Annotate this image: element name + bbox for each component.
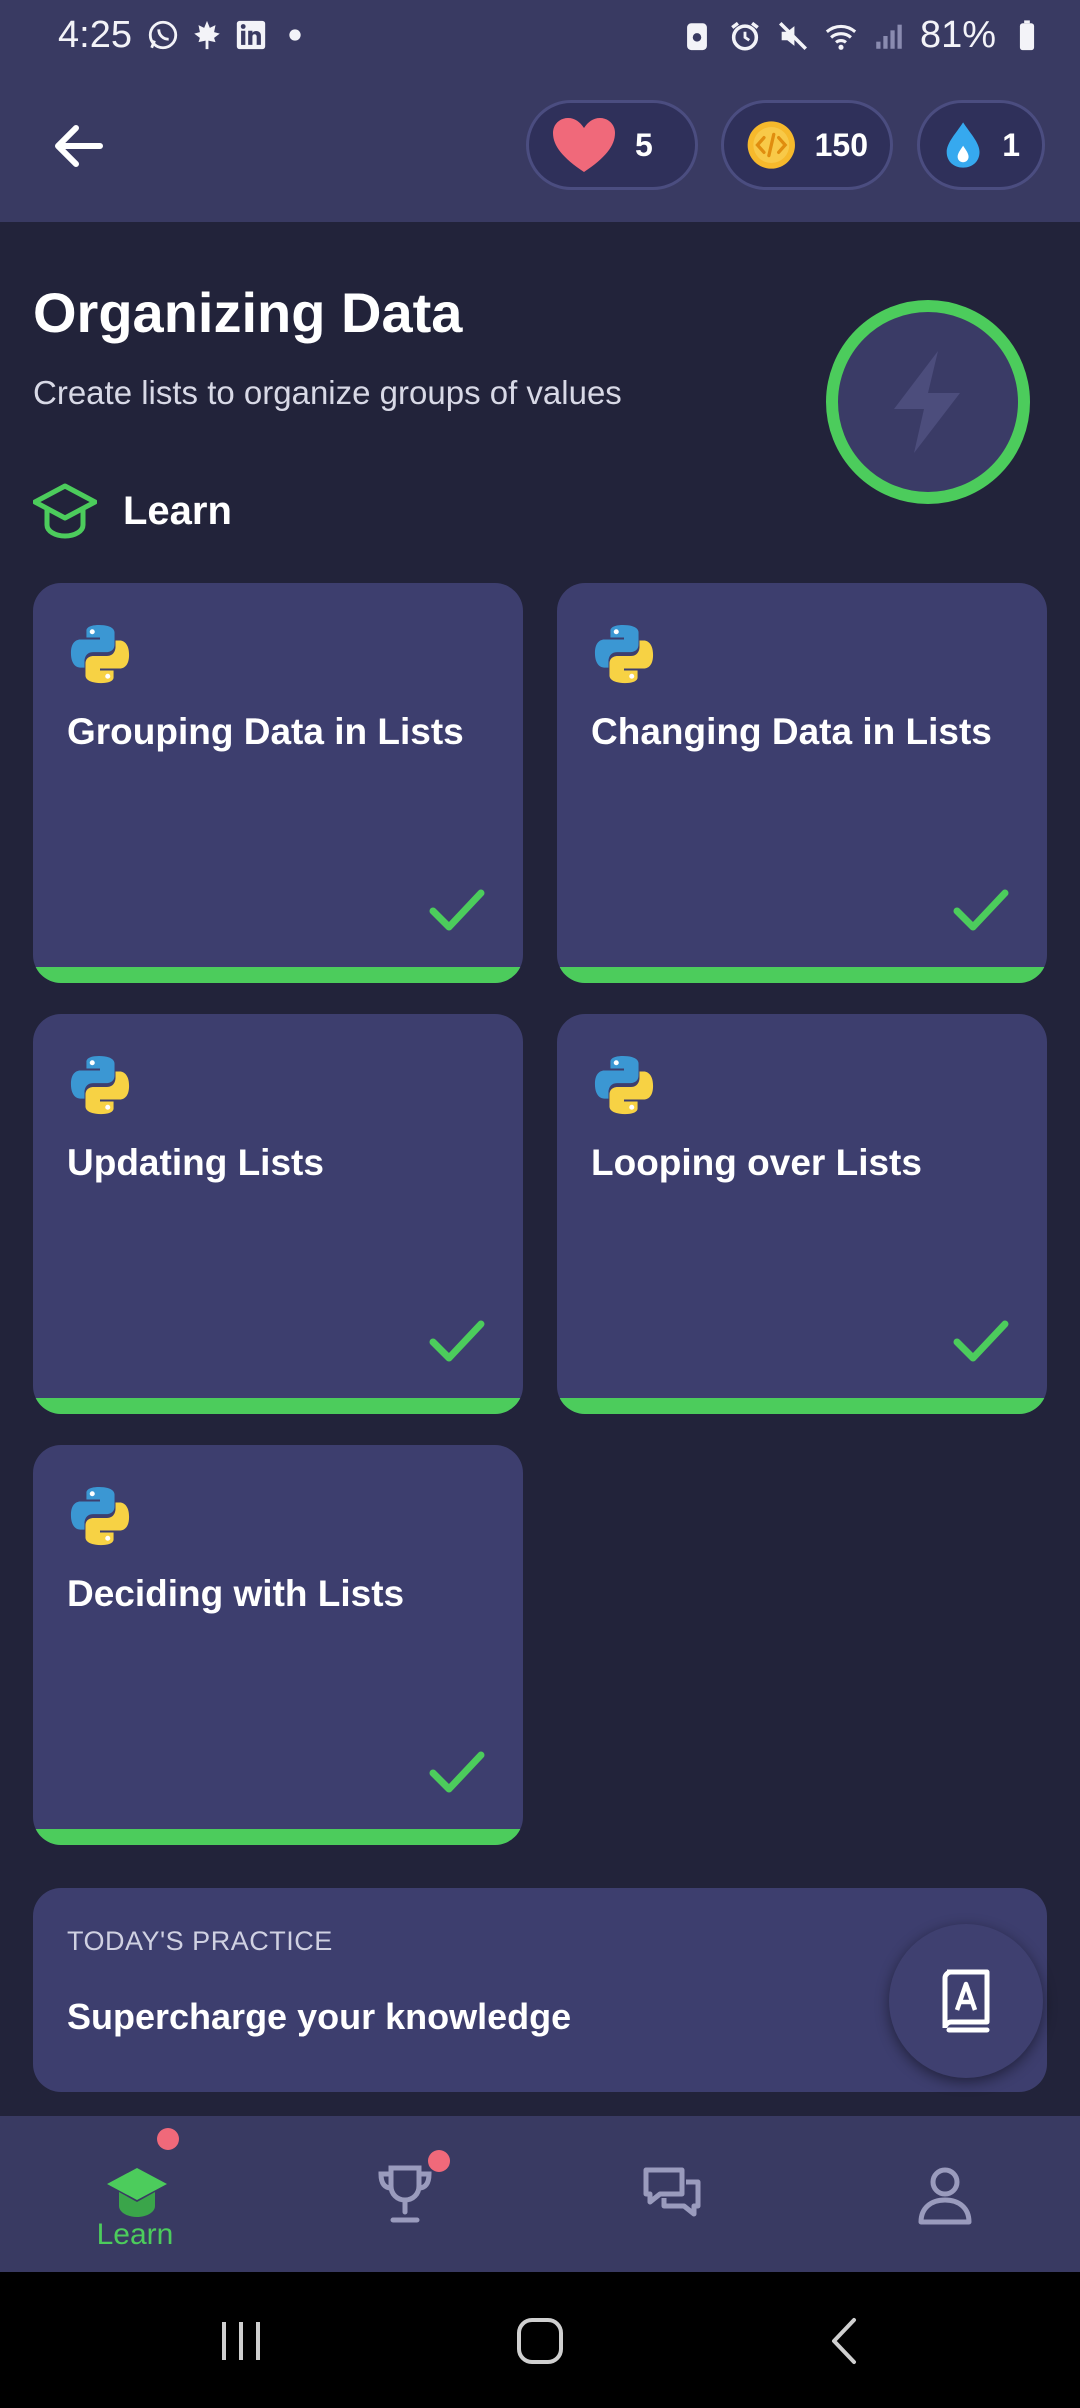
wifi-icon xyxy=(825,24,857,50)
status-notification-icons xyxy=(146,18,312,52)
nav-tab-learn[interactable]: Learn xyxy=(0,2116,270,2272)
back-button[interactable] xyxy=(40,108,116,184)
lesson-title: Changing Data in Lists xyxy=(591,711,992,752)
graduation-cap-icon xyxy=(33,483,97,539)
lesson-progress-bar xyxy=(33,1398,523,1414)
status-system-icons: 81% xyxy=(680,14,1044,57)
nav-tab-community[interactable] xyxy=(540,2116,810,2272)
system-back-icon[interactable] xyxy=(820,2316,870,2366)
nfc-lock-icon xyxy=(687,22,707,50)
alarm-icon xyxy=(731,21,759,51)
python-icon xyxy=(594,624,654,684)
home-icon[interactable] xyxy=(515,2316,565,2366)
learn-section-label: Learn xyxy=(123,488,232,533)
coins-count: 150 xyxy=(814,126,868,163)
nav-tab-leaderboard[interactable] xyxy=(270,2116,540,2272)
checkmark-icon xyxy=(429,1751,485,1793)
user-icon xyxy=(918,2167,972,2225)
bottom-navigation: Learn xyxy=(0,2116,1080,2272)
nav-tab-learn-label: Learn xyxy=(96,2218,174,2251)
chat-bubbles-icon xyxy=(643,2167,701,2217)
status-bar: 4:25 81% xyxy=(0,0,1080,72)
lesson-card[interactable]: Changing Data in Lists xyxy=(557,583,1047,983)
nav-tab-profile[interactable] xyxy=(810,2116,1080,2272)
more-notifications-dot-icon xyxy=(289,29,301,41)
top-bar: 4:25 81% 5 150 1 xyxy=(0,0,1080,222)
lesson-card[interactable]: Looping over Lists xyxy=(557,1014,1047,1414)
signal-icon xyxy=(876,24,902,49)
learn-section-header: Learn xyxy=(33,482,232,540)
trophy-icon xyxy=(378,2165,432,2223)
practice-heading: Supercharge your knowledge xyxy=(67,1996,572,2037)
python-icon xyxy=(594,1055,654,1115)
streak-counter[interactable]: 1 xyxy=(917,100,1045,190)
recent-apps-icon[interactable] xyxy=(216,2316,266,2366)
code-coin-icon xyxy=(747,121,795,169)
battery-percent: 81% xyxy=(919,14,996,56)
lesson-progress-bar xyxy=(33,967,523,983)
notification-dot xyxy=(157,2128,179,2150)
checkmark-icon xyxy=(429,1320,485,1362)
whatsapp-icon xyxy=(148,20,178,50)
streak-count: 1 xyxy=(1002,126,1020,163)
maple-leaf-icon xyxy=(194,20,220,50)
hearts-count: 5 xyxy=(635,126,653,163)
lesson-progress-bar xyxy=(557,967,1047,983)
coins-counter[interactable]: 150 xyxy=(721,100,893,190)
lesson-card[interactable]: Deciding with Lists xyxy=(33,1445,523,1845)
lesson-card[interactable]: Grouping Data in Lists xyxy=(33,583,523,983)
lesson-progress-bar xyxy=(33,1829,523,1845)
glossary-button[interactable] xyxy=(889,1924,1043,2078)
checkmark-icon xyxy=(953,1320,1009,1362)
heart-icon xyxy=(553,118,615,172)
lightning-bolt-icon xyxy=(894,351,960,453)
lesson-title: Looping over Lists xyxy=(591,1142,922,1183)
page-subtitle: Create lists to organize groups of value… xyxy=(33,374,622,411)
status-time: 4:25 xyxy=(58,14,132,56)
book-icon xyxy=(942,1969,990,2033)
linkedin-icon xyxy=(236,20,266,50)
lesson-title: Updating Lists xyxy=(67,1142,324,1183)
system-navigation-bar xyxy=(0,2272,1080,2408)
checkmark-icon xyxy=(429,889,485,931)
lesson-title: Grouping Data in Lists xyxy=(67,711,464,752)
practice-kicker: TODAY'S PRACTICE xyxy=(67,1926,333,1956)
python-icon xyxy=(70,1486,130,1546)
arrow-left-icon xyxy=(55,125,103,167)
page-title: Organizing Data xyxy=(33,281,463,344)
drop-icon xyxy=(946,122,980,168)
lesson-card[interactable]: Updating Lists xyxy=(33,1014,523,1414)
battery-icon xyxy=(1019,19,1035,50)
mute-icon xyxy=(778,21,807,50)
hearts-counter[interactable]: 5 xyxy=(526,100,698,190)
lesson-title: Deciding with Lists xyxy=(67,1573,405,1614)
module-progress-ring xyxy=(826,300,1030,504)
lesson-progress-bar xyxy=(557,1398,1047,1414)
python-icon xyxy=(70,1055,130,1115)
python-icon xyxy=(70,624,130,684)
graduation-cap-icon xyxy=(107,2168,167,2217)
checkmark-icon xyxy=(953,889,1009,931)
notification-dot xyxy=(428,2150,450,2172)
